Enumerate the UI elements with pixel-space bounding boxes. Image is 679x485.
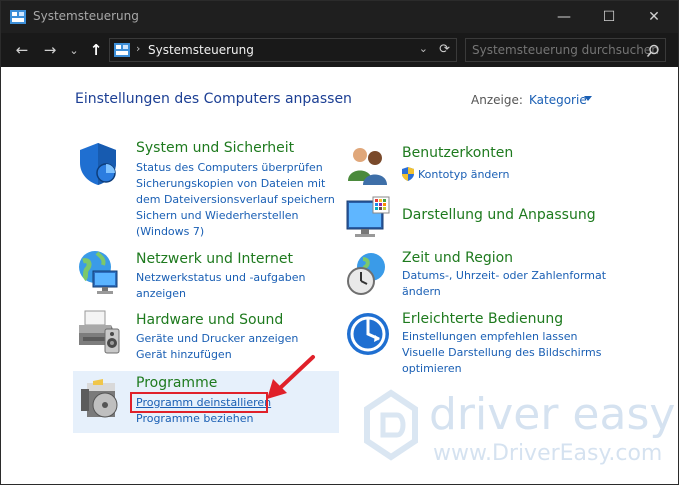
refresh-icon[interactable]: ⟳: [439, 42, 450, 57]
link-optimize-display-2[interactable]: optimieren: [402, 361, 462, 377]
up-button[interactable]: ↑: [85, 40, 107, 60]
category-title-user-accounts[interactable]: Benutzerkonten: [402, 145, 513, 161]
link-network-status-1[interactable]: Netzwerkstatus und -aufgaben: [136, 270, 305, 286]
link-file-history-1[interactable]: Sicherungskopien von Dateien mit: [136, 176, 325, 192]
view-dropdown-icon[interactable]: [584, 96, 592, 101]
search-icon[interactable]: [646, 44, 660, 58]
user-accounts-icon: [348, 148, 387, 185]
category-title-appearance[interactable]: Darstellung und Anpassung: [402, 207, 596, 223]
category-title-system-security[interactable]: System und Sicherheit: [136, 140, 294, 156]
recent-locations-button[interactable]: ⌄: [63, 40, 85, 60]
address-path[interactable]: Systemsteuerung: [148, 43, 254, 57]
printer-icon: [79, 310, 120, 354]
control-panel-window: Systemsteuerung — ☐ ✕ ← → ⌄ ↑ › Systemst…: [0, 0, 679, 485]
category-title-programs[interactable]: Programme: [136, 375, 217, 391]
shield-icon: [80, 143, 116, 185]
address-dropdown-icon[interactable]: ⌄: [419, 42, 428, 55]
category-title-clock-region[interactable]: Zeit und Region: [402, 250, 513, 266]
link-change-account-type[interactable]: Kontotyp ändern: [418, 167, 509, 183]
address-bar[interactable]: › Systemsteuerung ⌄ ⟳: [109, 38, 457, 62]
link-network-status-2[interactable]: anzeigen: [136, 286, 186, 302]
link-get-programs[interactable]: Programme beziehen: [136, 411, 253, 427]
link-backup-restore-windows7[interactable]: (Windows 7): [136, 224, 204, 240]
link-recommend-settings[interactable]: Einstellungen empfehlen lassen: [402, 329, 577, 345]
minimize-button[interactable]: —: [541, 1, 587, 33]
maximize-button[interactable]: ☐: [586, 1, 632, 33]
link-file-history-2[interactable]: dem Dateiversionsverlauf speichern: [136, 192, 335, 208]
window-title: Systemsteuerung: [33, 9, 139, 23]
link-optimize-display-1[interactable]: Visuelle Darstellung des Bildschirms: [402, 345, 601, 361]
annotation-highlight-frame: [130, 392, 268, 413]
uac-shield-icon: [402, 167, 414, 181]
link-change-date-format-1[interactable]: Datums-, Uhrzeit- oder Zahlenformat: [402, 268, 606, 284]
search-input[interactable]: [465, 38, 666, 62]
programs-disc-icon: [81, 379, 118, 418]
navigation-bar: ← → ⌄ ↑ › Systemsteuerung ⌄ ⟳: [1, 33, 678, 67]
ease-of-access-icon: [347, 313, 389, 355]
link-change-date-format-2[interactable]: ändern: [402, 284, 441, 300]
page-title: Einstellungen des Computers anpassen: [75, 91, 352, 107]
category-title-hardware-sound[interactable]: Hardware und Sound: [136, 312, 283, 328]
back-button[interactable]: ←: [11, 40, 33, 60]
control-panel-icon: [114, 43, 130, 57]
title-bar: Systemsteuerung — ☐ ✕: [1, 1, 678, 33]
network-globe-icon: [79, 251, 118, 294]
view-mode-selector[interactable]: Kategorie: [529, 93, 587, 107]
link-backup-restore[interactable]: Sichern und Wiederherstellen: [136, 208, 299, 224]
clock-globe-icon: [347, 253, 385, 295]
category-title-ease-of-access[interactable]: Erleichterte Bedienung: [402, 311, 563, 327]
control-panel-icon: [10, 10, 26, 24]
link-add-device[interactable]: Gerät hinzufügen: [136, 347, 232, 363]
link-check-computer-status[interactable]: Status des Computers überprüfen: [136, 160, 323, 176]
watermark-brand-text: driver easy: [429, 389, 676, 440]
path-separator-icon: ›: [136, 42, 141, 55]
link-view-devices-printers[interactable]: Geräte und Drucker anzeigen: [136, 331, 298, 347]
annotation-arrow-icon: [267, 355, 315, 399]
view-label: Anzeige:: [471, 93, 523, 107]
forward-button[interactable]: →: [39, 40, 61, 60]
watermark-url-text: www.DriverEasy.com: [433, 441, 663, 466]
close-button[interactable]: ✕: [631, 1, 677, 33]
category-title-network-internet[interactable]: Netzwerk und Internet: [136, 251, 293, 267]
appearance-monitor-icon: [346, 196, 390, 237]
